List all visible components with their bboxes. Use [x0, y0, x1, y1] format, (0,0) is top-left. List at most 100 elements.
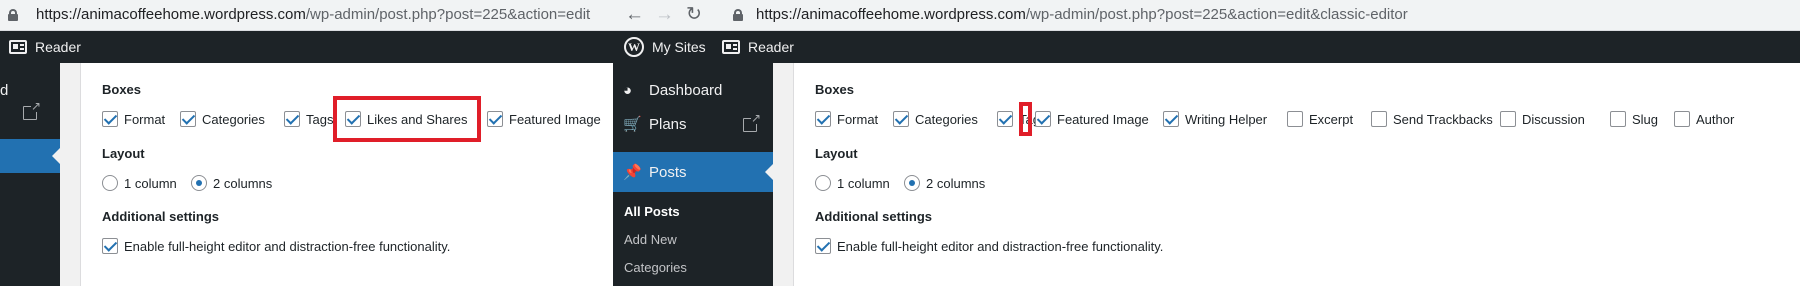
layout-option-2-columns[interactable]: 2 columns — [904, 175, 985, 191]
box-option-send-trackbacks[interactable]: Send Trackbacks — [1371, 111, 1493, 127]
slug-label: Slug — [1632, 111, 1659, 127]
current-indicator-arrow — [765, 164, 773, 180]
external-link-icon[interactable] — [743, 112, 761, 132]
my-sites-link[interactable]: W My Sites — [624, 31, 706, 63]
admin-bar: Reader — [0, 31, 613, 63]
box-option-featured-image[interactable]: Featured Image — [1035, 111, 1149, 127]
full-height-editor-checkbox[interactable] — [815, 238, 831, 254]
box-option-featured-image[interactable]: Featured Image — [487, 111, 601, 127]
left-browser-window: https://animacoffeehome.wordpress.com/wp… — [0, 0, 613, 286]
box-option-author[interactable]: Author — [1674, 111, 1734, 127]
layout-title: Layout — [815, 146, 858, 161]
box-option-format[interactable]: Format — [815, 111, 878, 127]
sidebar-item-current[interactable] — [0, 139, 60, 173]
layout-option-1-column[interactable]: 1 column — [815, 175, 890, 191]
box-option-writing-helper[interactable]: Writing Helper — [1163, 111, 1267, 127]
additional-settings-title: Additional settings — [815, 209, 932, 224]
sidebar-item-dashboard[interactable]: ◕ Dashboard — [613, 73, 773, 107]
send-trackbacks-checkbox[interactable] — [1371, 111, 1387, 127]
address-bar[interactable]: https://animacoffeehome.wordpress.com/wp… — [0, 0, 613, 31]
full-height-editor-checkbox[interactable] — [102, 238, 118, 254]
two-columns-radio[interactable] — [904, 175, 920, 191]
submenu-categories[interactable]: Categories — [624, 260, 687, 275]
back-arrow-icon[interactable]: ← — [625, 3, 644, 27]
current-indicator-arrow — [52, 148, 60, 164]
boxes-title: Boxes — [102, 82, 142, 97]
highlight-box-likes-and-shares — [333, 96, 481, 142]
url-text[interactable]: https://animacoffeehome.wordpress.com/wp… — [36, 6, 590, 23]
external-link-icon[interactable] — [23, 100, 41, 120]
categories-checkbox[interactable] — [180, 111, 196, 127]
reader-link[interactable]: Reader — [722, 31, 794, 63]
additional-settings-title: Additional settings — [102, 209, 219, 224]
one-column-radio[interactable] — [815, 175, 831, 191]
categories-label: Categories — [202, 111, 265, 127]
submenu-all-posts[interactable]: All Posts — [624, 204, 680, 219]
screen-options-panel: Boxes Format Categories Tags Likes and S… — [80, 63, 613, 286]
box-option-discussion[interactable]: Discussion — [1500, 111, 1585, 127]
categories-label: Categories — [915, 111, 978, 127]
box-option-tags[interactable]: Tags — [284, 111, 333, 127]
reader-icon — [9, 40, 27, 54]
box-option-format[interactable]: Format — [102, 111, 165, 127]
two-columns-label: 2 columns — [926, 175, 986, 191]
format-checkbox[interactable] — [102, 111, 118, 127]
full-height-editor-option[interactable]: Enable full-height editor and distractio… — [102, 238, 450, 254]
admin-sidebar: d — [0, 63, 60, 286]
featured-image-label: Featured Image — [1057, 111, 1149, 127]
discussion-label: Discussion — [1522, 111, 1585, 127]
sidebar-item-posts[interactable]: 📌 Posts — [613, 152, 773, 192]
box-option-slug[interactable]: Slug — [1610, 111, 1658, 127]
author-checkbox[interactable] — [1674, 111, 1690, 127]
one-column-radio[interactable] — [102, 175, 118, 191]
url-host: https://animacoffeehome.wordpress.com — [36, 6, 306, 23]
box-option-categories[interactable]: Categories — [893, 111, 978, 127]
sidebar-item-label: Posts — [649, 163, 687, 181]
layout-option-1-column[interactable]: 1 column — [102, 175, 177, 191]
admin-sidebar: ◕ Dashboard 🛒 Plans 📌 Posts All Posts Ad… — [613, 63, 773, 286]
box-option-excerpt[interactable]: Excerpt — [1287, 111, 1353, 127]
pin-icon: 📌 — [623, 164, 642, 181]
highlight-box-removed-option — [1019, 102, 1032, 136]
admin-bar: W My Sites Reader — [613, 31, 1800, 63]
sidebar-item-plans[interactable]: 🛒 Plans — [613, 107, 773, 141]
send-trackbacks-label: Send Trackbacks — [1393, 111, 1493, 127]
layout-title: Layout — [102, 146, 145, 161]
format-label: Format — [837, 111, 879, 127]
layout-option-2-columns[interactable]: 2 columns — [191, 175, 272, 191]
my-sites-label: My Sites — [652, 39, 706, 55]
reader-link[interactable]: Reader — [9, 31, 81, 63]
excerpt-label: Excerpt — [1309, 111, 1354, 127]
format-checkbox[interactable] — [815, 111, 831, 127]
writing-helper-checkbox[interactable] — [1163, 111, 1179, 127]
slug-checkbox[interactable] — [1610, 111, 1626, 127]
tags-checkbox[interactable] — [284, 111, 300, 127]
reload-icon[interactable]: ↻ — [686, 3, 702, 27]
tags-checkbox[interactable] — [997, 111, 1013, 127]
screen-options-panel: Boxes Format Categories Tags Featured Im… — [793, 63, 1800, 286]
one-column-label: 1 column — [124, 175, 177, 191]
address-bar[interactable]: ← → ↻ https://animacoffeehome.wordpress.… — [613, 0, 1800, 31]
featured-image-label: Featured Image — [509, 111, 601, 127]
url-text[interactable]: https://animacoffeehome.wordpress.com/wp… — [756, 6, 1408, 23]
two-columns-radio[interactable] — [191, 175, 207, 191]
submenu-add-new[interactable]: Add New — [624, 232, 677, 247]
categories-checkbox[interactable] — [893, 111, 909, 127]
featured-image-checkbox[interactable] — [487, 111, 503, 127]
cart-icon: 🛒 — [623, 116, 642, 133]
format-label: Format — [124, 111, 166, 127]
right-browser-window: ← → ↻ https://animacoffeehome.wordpress.… — [613, 0, 1800, 286]
excerpt-checkbox[interactable] — [1287, 111, 1303, 127]
featured-image-checkbox[interactable] — [1035, 111, 1051, 127]
two-columns-label: 2 columns — [213, 175, 273, 191]
discussion-checkbox[interactable] — [1500, 111, 1516, 127]
full-height-editor-option[interactable]: Enable full-height editor and distractio… — [815, 238, 1163, 254]
author-label: Author — [1696, 111, 1735, 127]
writing-helper-label: Writing Helper — [1185, 111, 1268, 127]
full-height-editor-label: Enable full-height editor and distractio… — [837, 238, 1164, 254]
full-height-editor-label: Enable full-height editor and distractio… — [124, 238, 451, 254]
forward-arrow-icon[interactable]: → — [655, 3, 674, 27]
reader-icon — [722, 40, 740, 54]
wordpress-logo-icon: W — [624, 37, 644, 57]
box-option-categories[interactable]: Categories — [180, 111, 265, 127]
